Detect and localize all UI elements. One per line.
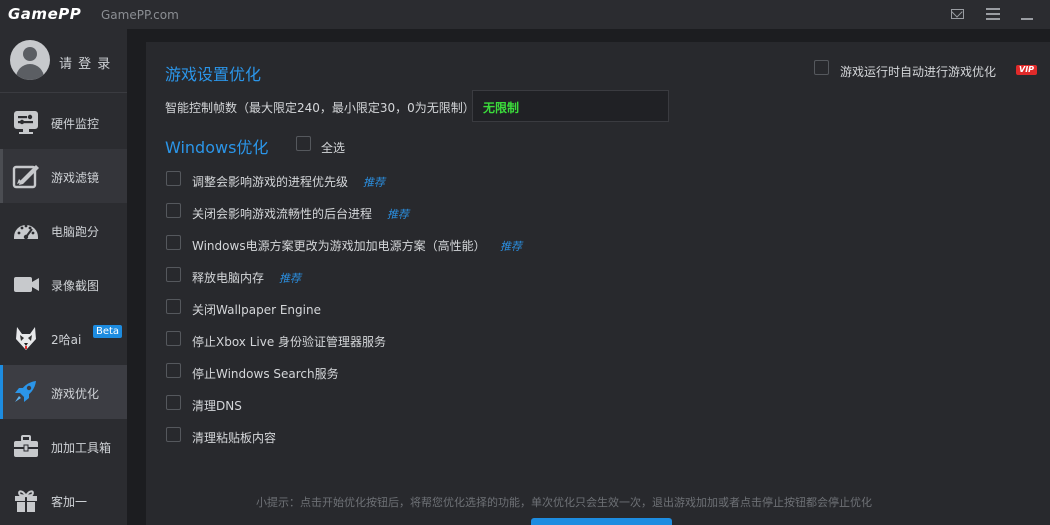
menu-icon[interactable]	[985, 7, 1001, 21]
benchmark-gauge-icon	[14, 224, 38, 240]
option-label: 调整会影响游戏的进程优先级	[192, 175, 349, 189]
toolbox-icon	[14, 435, 38, 457]
sidebar-item-toolbox[interactable]: 加加工具箱	[0, 419, 127, 473]
auto-optimize-label: 游戏运行时自动进行游戏优化	[840, 65, 997, 79]
option-checkbox[interactable]	[166, 171, 181, 186]
sidebar-item-record[interactable]: 录像截图	[0, 257, 127, 311]
option-checkbox[interactable]	[166, 235, 181, 250]
fps-limit-label: 智能控制帧数（最大限定240，最小限定30，0为无限制）	[165, 101, 475, 115]
sidebar-divider	[0, 92, 127, 93]
option-label: 清理粘贴板内容	[192, 431, 277, 445]
login-button[interactable]: 请 登 录	[0, 29, 127, 91]
sidebar-item-label: 游戏滤镜	[51, 171, 100, 185]
option-label: Windows电源方案更改为游戏加加电源方案（高性能）	[192, 239, 486, 253]
minimize-icon[interactable]	[1019, 7, 1035, 21]
recommend-tag: 推荐	[387, 208, 409, 221]
sidebar-item-label: 电脑跑分	[51, 225, 100, 239]
option-label: 停止Xbox Live 身份验证管理器服务	[192, 335, 387, 349]
option-checkbox[interactable]	[166, 331, 181, 346]
app-site-url: GamePP.com	[101, 8, 179, 22]
recommend-tag: 推荐	[279, 272, 301, 285]
sidebar-item-gift[interactable]: 客加一	[0, 473, 127, 525]
select-all-checkbox[interactable]	[296, 136, 311, 151]
windows-optimize-title: Windows优化	[165, 138, 269, 157]
title-bar: GamePP GamePP.com	[0, 0, 1050, 29]
sidebar: 请 登 录 硬件监控 游戏滤镜 电脑跑分 录像截图 2哈ai Beta 游戏优化…	[0, 29, 127, 525]
sidebar-item-benchmark[interactable]: 电脑跑分	[0, 203, 127, 257]
tip-text: 小提示：点击开始优化按钮后，将帮您优化选择的功能，单次优化只会生效一次，退出游戏…	[256, 496, 872, 509]
sidebar-item-label: 硬件监控	[51, 117, 100, 131]
vip-badge: VIP	[1016, 65, 1038, 75]
app-logo: GamePP	[8, 5, 82, 23]
option-label: 停止Windows Search服务	[192, 367, 339, 381]
sidebar-item-game-filter[interactable]: 游戏滤镜	[0, 149, 127, 203]
option-label: 清理DNS	[192, 399, 242, 413]
video-camera-icon	[14, 277, 39, 292]
sidebar-item-label: 游戏优化	[51, 387, 100, 401]
hardware-monitor-icon	[14, 111, 38, 134]
option-checkbox[interactable]	[166, 299, 181, 314]
sidebar-item-2ha-ai[interactable]: 2哈ai Beta	[0, 311, 127, 365]
login-label: 请 登 录	[59, 57, 112, 72]
auto-optimize-checkbox[interactable]	[814, 60, 829, 75]
game-optimize-panel: 游戏设置优化 游戏运行时自动进行游戏优化 VIP 智能控制帧数（最大限定240，…	[146, 42, 1050, 525]
option-checkbox[interactable]	[166, 427, 181, 442]
sidebar-item-hardware-monitor[interactable]: 硬件监控	[0, 95, 127, 149]
beta-badge: Beta	[93, 325, 123, 338]
option-label: 关闭会影响游戏流畅性的后台进程	[192, 207, 373, 221]
sidebar-item-label: 2哈ai	[51, 333, 82, 347]
game-settings-title: 游戏设置优化	[165, 65, 262, 84]
option-checkbox[interactable]	[166, 395, 181, 410]
option-checkbox[interactable]	[166, 363, 181, 378]
select-all-label: 全选	[321, 141, 346, 155]
sidebar-item-label: 客加一	[51, 495, 88, 509]
recommend-tag: 推荐	[500, 240, 522, 253]
option-checkbox[interactable]	[166, 203, 181, 218]
sidebar-item-game-optimize[interactable]: 游戏优化	[0, 365, 127, 419]
sidebar-item-label: 加加工具箱	[51, 441, 112, 455]
option-checkbox[interactable]	[166, 267, 181, 282]
game-filter-icon	[12, 165, 39, 189]
husky-icon	[16, 327, 36, 350]
gift-icon	[15, 490, 37, 512]
start-optimize-button[interactable]	[531, 518, 672, 525]
rocket-icon	[15, 381, 36, 402]
mail-icon[interactable]	[950, 7, 966, 21]
fps-limit-input[interactable]: 无限制	[472, 90, 669, 122]
sidebar-item-label: 录像截图	[51, 279, 100, 293]
recommend-tag: 推荐	[363, 176, 385, 189]
avatar	[10, 40, 50, 80]
option-label: 关闭Wallpaper Engine	[192, 303, 321, 317]
fps-limit-value: 无限制	[483, 101, 520, 115]
option-label: 释放电脑内存	[192, 271, 265, 285]
